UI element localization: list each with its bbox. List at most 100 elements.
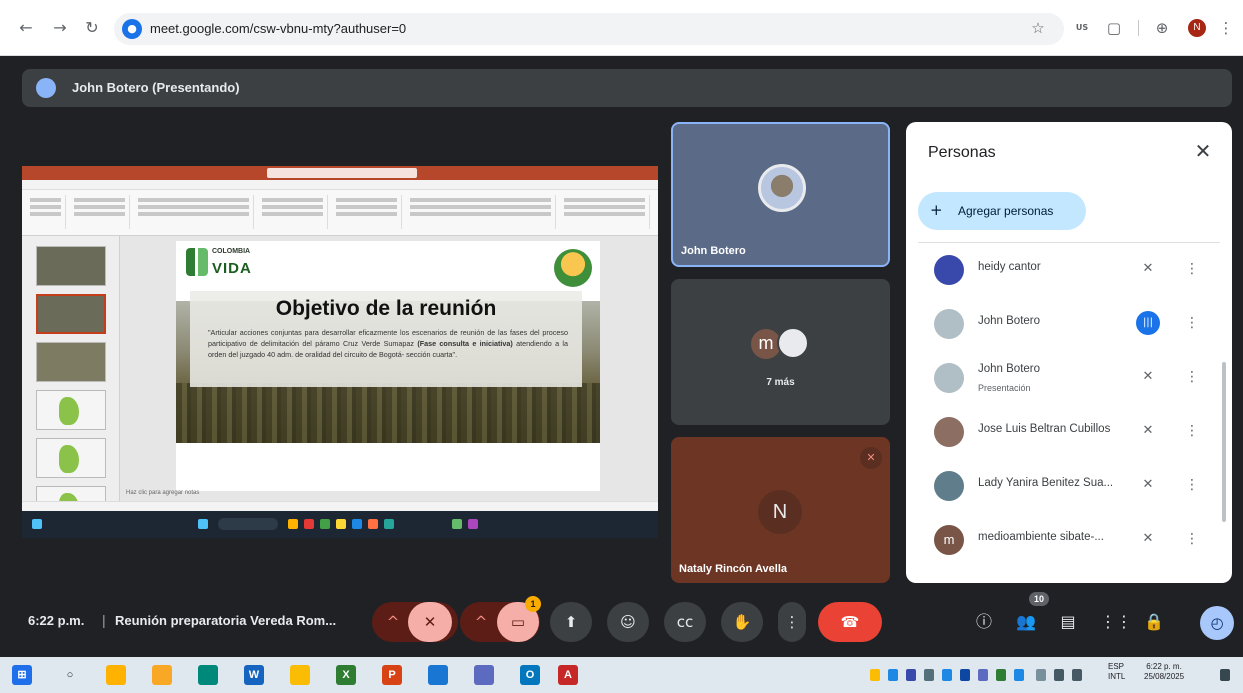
audio-options-chevron-icon[interactable]: ^ — [373, 602, 413, 642]
camera-warning-badge: 1 — [525, 596, 541, 612]
shared-taskbar-icon — [452, 519, 462, 529]
tray-shield-icon[interactable] — [888, 669, 898, 681]
close-icon[interactable]: ✕ — [1192, 140, 1214, 162]
participant-row[interactable]: John Botero Presentación ✕ ⋮ — [918, 351, 1220, 403]
mic-off-icon[interactable]: ✕ — [1136, 257, 1160, 281]
participant-tile-more[interactable]: m 7 más — [671, 279, 890, 425]
extension-icon[interactable]: US — [1072, 18, 1092, 38]
copilot-icon[interactable] — [106, 665, 126, 685]
chrome-icon[interactable] — [290, 665, 310, 685]
activities-icon[interactable]: ⋮⋮ — [1100, 610, 1132, 634]
url-text[interactable]: meet.google.com/csw-vbnu-mty?authuser=0 — [150, 21, 406, 36]
participant-row[interactable]: heidy cantor ✕ ⋮ — [918, 243, 1220, 295]
participant-row-name: John Botero — [978, 363, 1041, 375]
input-language[interactable]: ESP INTL — [1108, 662, 1125, 682]
tray-icon[interactable] — [924, 669, 934, 681]
tray-chrome-icon[interactable] — [870, 669, 880, 681]
ribbon-group — [134, 195, 254, 229]
participant-avatar: m — [934, 525, 964, 555]
more-options-button[interactable]: ⋮ — [778, 602, 806, 642]
tray-icon[interactable] — [1014, 669, 1024, 681]
address-bar[interactable]: ● meet.google.com/csw-vbnu-mty?authuser=… — [114, 13, 1064, 45]
participant-tile-nataly[interactable]: ✕ N Nataly Rincón Avella — [671, 437, 890, 583]
timer-icon[interactable]: ◴ — [1200, 606, 1234, 640]
participant-row[interactable]: Lady Yanira Benitez Sua... ✕ ⋮ — [918, 459, 1220, 511]
reload-icon[interactable]: ↻ — [82, 18, 102, 38]
participant-row[interactable]: John Botero ||| ⋮ — [918, 297, 1220, 349]
search-icon[interactable]: ○ — [60, 665, 80, 685]
tray-icon[interactable] — [942, 669, 952, 681]
wifi-icon[interactable] — [1054, 669, 1064, 681]
captions-button[interactable]: cc — [664, 602, 706, 642]
chat-icon[interactable]: ▤ — [1056, 610, 1080, 634]
slide-notes: Haz clic para agregar notas — [126, 490, 200, 496]
tray-icon[interactable] — [978, 669, 988, 681]
participant-avatar — [934, 417, 964, 447]
mic-off-button[interactable]: ✕ — [408, 602, 452, 642]
ribbon-group — [26, 195, 66, 229]
mic-off-icon[interactable]: ✕ — [1136, 473, 1160, 497]
leave-call-button[interactable]: ☎ — [818, 602, 882, 642]
video-options-chevron-icon[interactable]: ^ — [461, 602, 501, 642]
notifications-icon[interactable] — [1220, 669, 1230, 681]
people-panel: Personas ✕ + Agregar personas heidy cant… — [906, 122, 1232, 583]
download-icon[interactable]: ⊕ — [1152, 18, 1172, 38]
raise-hand-button[interactable]: ✋ — [721, 602, 763, 642]
ppt-menu-bar — [22, 180, 658, 190]
participant-avatar — [758, 164, 806, 212]
bookmark-star-icon[interactable]: ☆ — [1028, 18, 1048, 38]
slide-thumbnails — [22, 236, 120, 521]
more-options-icon[interactable]: ⋮ — [1184, 365, 1200, 389]
people-icon[interactable]: 👥 — [1014, 610, 1038, 634]
windows-start-icon[interactable]: ⊞ — [12, 665, 32, 685]
more-options-icon[interactable]: ⋮ — [1184, 473, 1200, 497]
participant-tile-john[interactable]: John Botero — [671, 122, 890, 267]
more-options-icon[interactable]: ⋮ — [1184, 419, 1200, 443]
more-options-icon[interactable]: ⋮ — [1184, 257, 1200, 281]
mic-off-icon[interactable]: ✕ — [1136, 527, 1160, 551]
speaking-indicator-icon: ||| — [1136, 311, 1160, 335]
audio-off-icon[interactable]: ✕ — [1136, 365, 1160, 389]
more-options-icon[interactable]: ⋮ — [1184, 527, 1200, 551]
emoji-button[interactable]: ☺ — [607, 602, 649, 642]
notepad-icon[interactable] — [428, 665, 448, 685]
tray-icon[interactable] — [996, 669, 1006, 681]
participant-avatar — [777, 327, 809, 359]
volume-icon[interactable] — [1072, 669, 1082, 681]
edge-icon[interactable] — [198, 665, 218, 685]
people-count-badge: 10 — [1029, 592, 1049, 606]
meeting-info-icon[interactable]: ⓘ — [972, 610, 996, 634]
participant-row[interactable]: Jose Luis Beltran Cubillos ✕ ⋮ — [918, 405, 1220, 457]
present-button[interactable]: ⬆ — [550, 602, 592, 642]
tray-pen-icon[interactable] — [1036, 669, 1046, 681]
participant-row[interactable]: m medioambiente sibate-... ✕ ⋮ — [918, 513, 1220, 565]
browser-menu-icon[interactable]: ⋮ — [1216, 18, 1236, 38]
outlook-icon[interactable]: O — [520, 665, 540, 685]
forward-icon[interactable]: → — [50, 18, 70, 38]
tray-icon[interactable] — [960, 669, 970, 681]
powerpoint-icon[interactable]: P — [382, 665, 402, 685]
shared-taskbar-icon — [32, 519, 42, 529]
more-options-icon[interactable]: ⋮ — [1184, 311, 1200, 335]
meeting-separator: | — [102, 612, 106, 628]
browser-toolbar: ← → ↻ ● meet.google.com/csw-vbnu-mty?aut… — [0, 0, 1243, 56]
mic-off-icon[interactable]: ✕ — [1136, 419, 1160, 443]
excel-icon[interactable]: X — [336, 665, 356, 685]
host-controls-icon[interactable]: 🔒 — [1142, 610, 1166, 634]
profile-avatar[interactable]: N — [1188, 19, 1206, 37]
extensions-puzzle-icon[interactable]: ▢ — [1104, 18, 1124, 38]
file-explorer-icon[interactable] — [152, 665, 172, 685]
add-people-button[interactable]: + Agregar personas — [918, 192, 1086, 230]
site-info-icon[interactable]: ● — [122, 19, 142, 39]
slide-thumbnail — [36, 342, 106, 382]
add-people-label: Agregar personas — [958, 204, 1054, 218]
teams-icon[interactable] — [474, 665, 494, 685]
tray-icon[interactable] — [906, 669, 916, 681]
back-icon[interactable]: ← — [16, 18, 36, 38]
word-icon[interactable]: W — [244, 665, 264, 685]
participant-row-name: medioambiente sibate-... — [978, 531, 1104, 543]
taskbar-clock[interactable]: 6:22 p. m. 25/08/2025 — [1144, 662, 1184, 682]
acrobat-icon[interactable]: A — [558, 665, 578, 685]
panel-scrollbar[interactable] — [1222, 362, 1226, 522]
shared-taskbar-icon — [288, 519, 298, 529]
